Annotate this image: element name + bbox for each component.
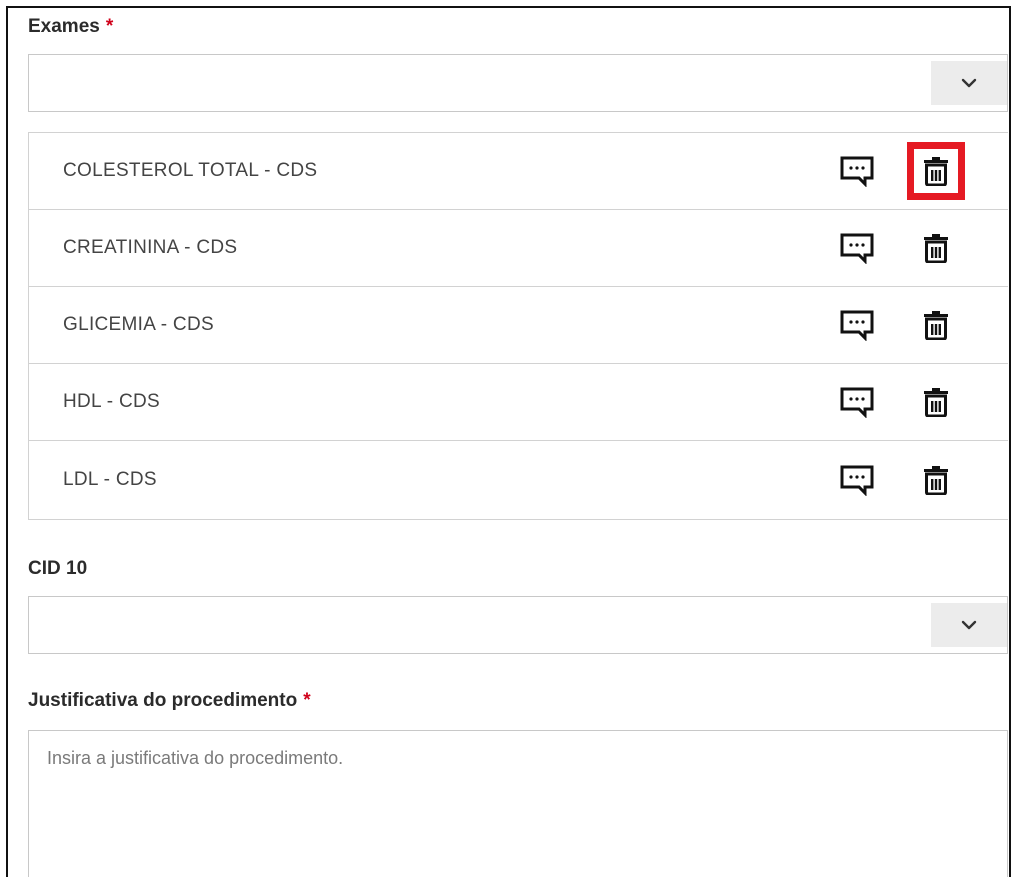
list-item: LDL - CDS [29,441,1008,518]
justificativa-label: Justificativa do procedimento * [28,690,311,712]
comment-icon [840,156,874,187]
justificativa-textarea[interactable] [28,730,1008,877]
cid10-dropdown-toggle[interactable] [931,603,1007,647]
cid10-label-text: CID 10 [28,558,88,579]
cid10-label: CID 10 [28,558,87,580]
comment-button[interactable] [837,307,877,343]
exames-list: COLESTEROL TOTAL - CDS CREATININA - CDS … [28,132,1008,520]
justificativa-label-text: Justificativa do procedimento [28,690,298,711]
delete-button[interactable] [907,219,965,277]
cid10-select[interactable] [28,596,1008,654]
list-item: HDL - CDS [29,364,1008,441]
comment-icon [840,387,874,418]
list-item: CREATININA - CDS [29,210,1008,287]
exames-dropdown-toggle[interactable] [931,61,1007,105]
delete-button[interactable] [907,142,965,200]
comment-button[interactable] [837,153,877,189]
delete-button-inner [914,149,958,193]
exam-name: CREATININA - CDS [63,237,238,258]
comment-button[interactable] [837,230,877,266]
exam-name: GLICEMIA - CDS [63,314,214,335]
comment-icon [840,310,874,341]
trash-icon [924,465,948,495]
exames-label-text: Exames [28,16,100,37]
form-panel: Exames * COLESTEROL TOTAL - CDS CREATINI… [6,6,1011,877]
trash-icon [924,311,948,340]
exames-select[interactable] [28,54,1008,112]
list-item: COLESTEROL TOTAL - CDS [29,133,1008,210]
comment-button[interactable] [837,384,877,420]
delete-button[interactable] [907,373,965,431]
chevron-down-icon [961,620,977,630]
comment-icon [840,233,874,264]
exam-name: HDL - CDS [63,391,161,412]
exames-label: Exames * [28,16,113,38]
comment-button[interactable] [837,462,877,498]
trash-icon [924,157,948,186]
comment-icon [840,465,874,496]
delete-button[interactable] [907,296,965,354]
exam-name: COLESTEROL TOTAL - CDS [63,160,318,181]
exam-name: LDL - CDS [63,468,157,490]
justificativa-required-mark: * [303,690,311,711]
trash-icon [924,234,948,263]
exames-required-mark: * [105,16,114,37]
delete-button[interactable] [907,451,965,509]
list-item: GLICEMIA - CDS [29,287,1008,364]
trash-icon [924,388,948,417]
chevron-down-icon [961,78,977,88]
